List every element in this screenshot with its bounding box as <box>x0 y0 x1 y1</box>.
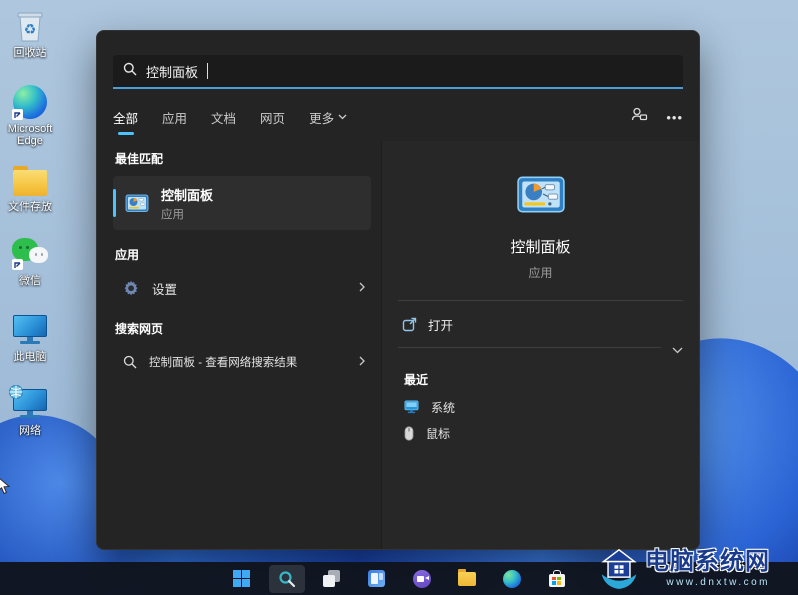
desktop-icon-label: 微信 <box>19 275 41 287</box>
search-icon <box>278 570 295 587</box>
preview-subtitle: 应用 <box>528 266 553 280</box>
this-pc-icon <box>12 312 48 348</box>
recent-item-mouse[interactable]: 鼠标 <box>398 420 683 446</box>
result-label: 设置 <box>152 282 178 297</box>
account-icon[interactable] <box>631 107 648 127</box>
more-options-icon[interactable]: ••• <box>666 110 683 125</box>
result-preview-pane: 控制面板 应用 打开 最近 系统 鼠标 <box>381 141 699 549</box>
divider <box>398 347 683 354</box>
store-icon <box>548 570 565 587</box>
desktop-icon-label: 文件存放 <box>8 201 52 213</box>
edge-logo-icon <box>12 84 48 120</box>
wechat-icon <box>12 236 48 272</box>
text-caret <box>207 63 209 79</box>
tab-more[interactable]: 更多 <box>309 108 347 127</box>
search-input-value: 控制面板 <box>146 64 199 80</box>
search-icon <box>123 355 137 369</box>
widgets-button[interactable] <box>359 565 395 593</box>
desktop-icon-label: 回收站 <box>13 47 47 59</box>
open-action[interactable]: 打开 <box>398 301 683 347</box>
search-results: 最佳匹配 控制面板 应用 应用 设置 搜索网页 控制面板 - 查看网络搜索结果 <box>97 141 381 549</box>
best-match-subtitle: 应用 <box>161 208 184 221</box>
windows-logo-icon <box>233 570 250 587</box>
best-match-result[interactable]: 控制面板 应用 <box>113 176 371 230</box>
section-header-recent: 最近 <box>404 373 429 387</box>
search-tabs: 全部 应用 文档 网页 更多 ••• <box>113 103 683 131</box>
control-panel-icon-large <box>516 176 565 213</box>
section-header-best-match: 最佳匹配 <box>115 152 164 166</box>
folder-icon <box>457 568 476 586</box>
desktop-icon-label: 网络 <box>19 425 41 437</box>
desktop-icon-recycle-bin[interactable]: ♻ 回收站 <box>0 8 60 59</box>
desktop-icon-wechat[interactable]: 微信 <box>0 236 60 287</box>
task-view-button[interactable] <box>314 565 350 593</box>
taskbar-search-button[interactable] <box>268 564 305 593</box>
shortcut-arrow-icon <box>12 259 23 270</box>
desktop-icon-label: 此电脑 <box>13 351 47 363</box>
edge-logo-icon <box>502 569 521 588</box>
recent-item-label: 鼠标 <box>426 426 451 441</box>
section-header-apps: 应用 <box>115 248 140 262</box>
start-button[interactable] <box>224 565 260 593</box>
expand-chevron-down-icon[interactable] <box>672 341 683 359</box>
system-monitor-icon <box>404 400 419 414</box>
task-view-icon <box>323 570 340 587</box>
chat-icon <box>412 569 431 588</box>
gear-icon <box>124 280 138 295</box>
desktop-icon-label: Microsoft Edge <box>7 123 53 147</box>
tab-all[interactable]: 全部 <box>113 108 138 127</box>
mouse-icon <box>404 425 414 441</box>
best-match-title: 控制面板 <box>161 187 214 203</box>
chevron-right-icon <box>359 353 365 371</box>
result-label: 控制面板 - 查看网络搜索结果 <box>149 357 298 369</box>
desktop-icon-microsoft-edge[interactable]: Microsoft Edge <box>0 84 60 147</box>
preview-title: 控制面板 <box>510 239 571 256</box>
recent-item-label: 系统 <box>431 400 456 415</box>
desktop-icon-folder[interactable]: 文件存放 <box>0 162 60 213</box>
edge-button[interactable] <box>494 565 530 593</box>
chat-button[interactable] <box>404 565 440 593</box>
svg-text:♻: ♻ <box>24 21 37 37</box>
watermark: 电脑系统网 www.dnxtw.com <box>598 542 796 594</box>
desktop-icon-network[interactable]: 网络 <box>0 385 60 437</box>
control-panel-icon <box>125 194 149 212</box>
result-web-search[interactable]: 控制面板 - 查看网络搜索结果 <box>113 346 371 378</box>
search-input[interactable]: 控制面板 <box>113 55 683 89</box>
file-explorer-button[interactable] <box>449 565 485 593</box>
store-button[interactable] <box>539 565 575 593</box>
tab-apps[interactable]: 应用 <box>162 108 187 127</box>
recycle-bin-icon: ♻ <box>12 8 48 44</box>
mouse-cursor <box>0 478 11 495</box>
shortcut-arrow-icon <box>12 109 23 120</box>
desktop-icon-this-pc[interactable]: 此电脑 <box>0 312 60 363</box>
tab-documents[interactable]: 文档 <box>211 108 236 127</box>
desktop: ♻ 回收站 Microsoft Edge 文件存放 微信 此电脑 网络 控制面板… <box>0 0 798 595</box>
watermark-title: 电脑系统网 <box>645 547 770 575</box>
search-flyout: 控制面板 全部 应用 文档 网页 更多 ••• 最佳匹配 控制面板 应用 应用 … <box>96 30 700 550</box>
tab-web[interactable]: 网页 <box>260 108 285 127</box>
search-icon <box>123 62 137 81</box>
section-header-web: 搜索网页 <box>115 322 164 336</box>
folder-icon <box>12 162 48 198</box>
watermark-logo-icon <box>601 548 637 589</box>
widgets-icon <box>368 570 385 587</box>
chevron-right-icon <box>359 279 365 297</box>
result-settings[interactable]: 设置 <box>113 272 371 304</box>
open-external-icon <box>402 317 417 331</box>
chevron-down-icon <box>338 114 347 120</box>
open-label: 打开 <box>428 318 454 333</box>
network-icon <box>9 385 48 422</box>
recent-item-system[interactable]: 系统 <box>398 394 683 420</box>
watermark-url: www.dnxtw.com <box>666 576 770 588</box>
